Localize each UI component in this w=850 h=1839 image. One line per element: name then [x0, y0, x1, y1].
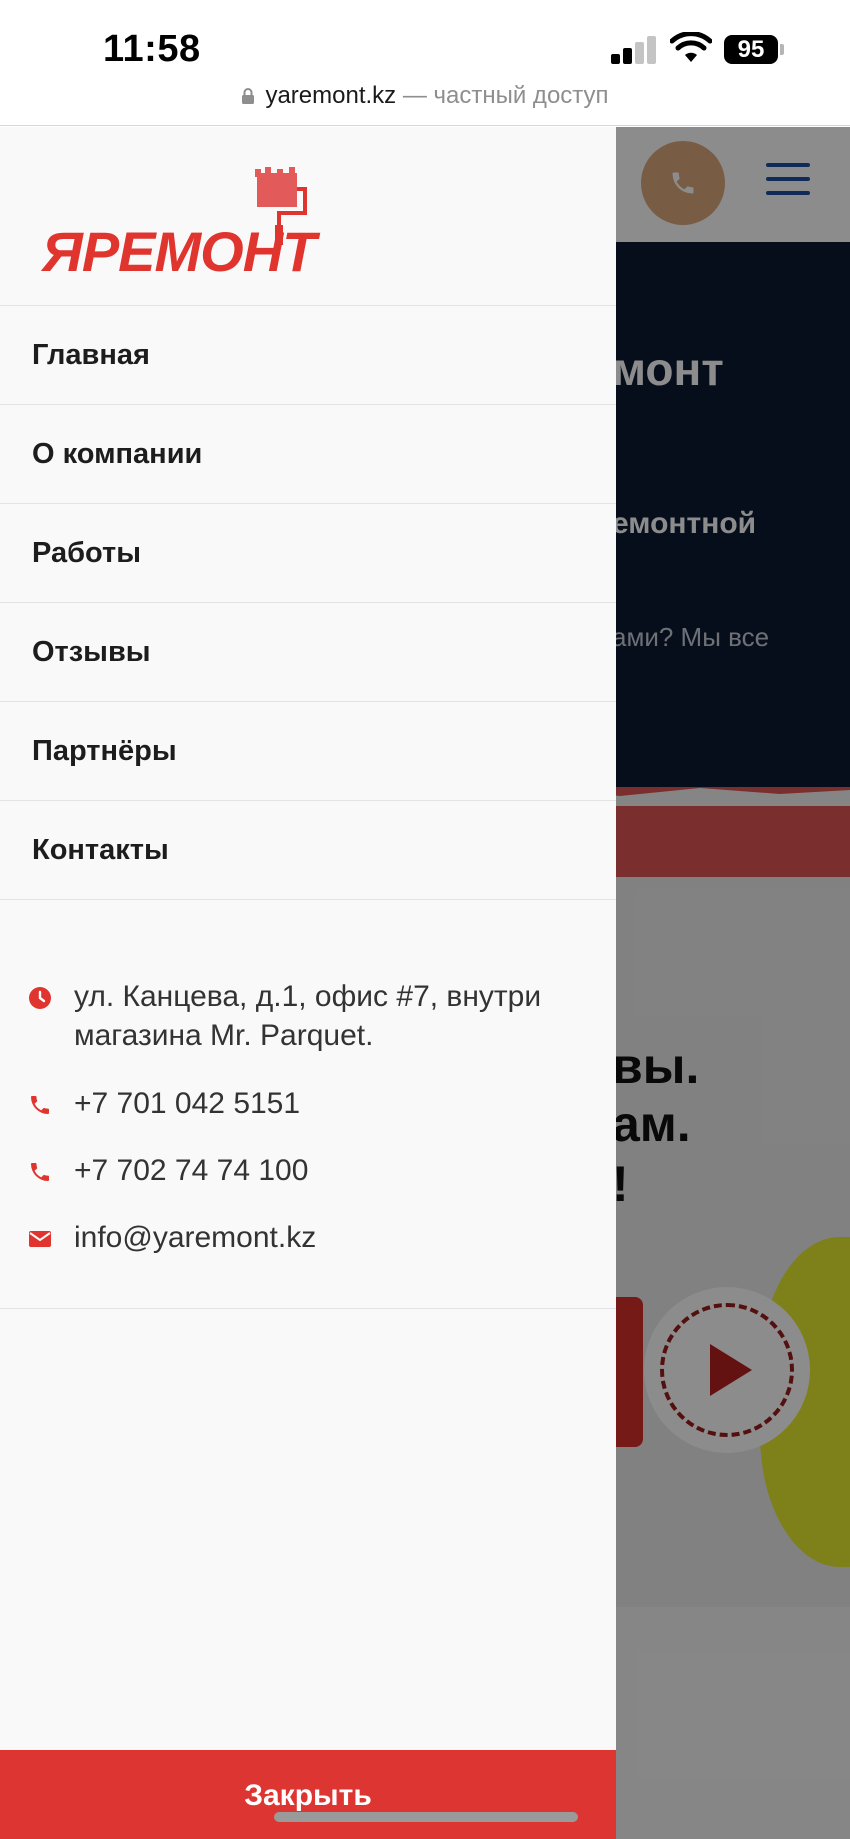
- url-text: yaremont.kz: [265, 82, 397, 109]
- logo-wordmark: ЯРЕМОНТ: [42, 220, 316, 283]
- email-text: info@yaremont.kz: [74, 1221, 317, 1254]
- phone-icon: [31, 1096, 49, 1114]
- url-suffix: — частный доступ: [402, 82, 609, 109]
- drawer-menu: Главная О компании Работы Отзывы Партнёр…: [0, 306, 616, 900]
- menu-item-home[interactable]: Главная: [0, 306, 616, 405]
- wifi-icon: [670, 32, 712, 62]
- menu-item-reviews[interactable]: Отзывы: [0, 603, 616, 702]
- phone-icon: [31, 1163, 49, 1181]
- side-drawer: ЯРЕМОНТ Главная О компании Работы Отзывы…: [0, 127, 616, 1839]
- menu-item-about[interactable]: О компании: [0, 405, 616, 504]
- contact-email[interactable]: info@yaremont.kz: [0, 1218, 616, 1257]
- cellular-signal-icon: [611, 36, 657, 64]
- menu-item-partners[interactable]: Партнёры: [0, 702, 616, 801]
- address-bar[interactable]: yaremont.kz — частный доступ: [0, 82, 850, 110]
- status-bar: 11:58 95 yaremont.kz — частный доступ: [0, 0, 850, 126]
- contact-phone-2[interactable]: +7 702 74 74 100: [0, 1151, 616, 1190]
- status-time: 11:58: [103, 28, 201, 70]
- envelope-icon: [29, 1231, 51, 1247]
- menu-item-contacts[interactable]: Контакты: [0, 801, 616, 900]
- contact-phone-1[interactable]: +7 701 042 5151: [0, 1084, 616, 1123]
- address-text: ул. Канцева, д.1, офис #7, внутри магази…: [74, 980, 542, 1052]
- clock-icon: [29, 987, 51, 1009]
- phone-2-text: +7 702 74 74 100: [74, 1154, 309, 1187]
- battery-tip: [780, 44, 784, 55]
- phone-1-text: +7 701 042 5151: [74, 1087, 301, 1120]
- menu-item-works[interactable]: Работы: [0, 504, 616, 603]
- home-indicator: [274, 1812, 578, 1822]
- close-drawer-button[interactable]: Закрыть: [0, 1750, 616, 1839]
- lock-icon: [242, 88, 255, 104]
- divider: [0, 1308, 616, 1309]
- site-logo[interactable]: ЯРЕМОНТ: [38, 157, 318, 283]
- contact-address: ул. Канцева, д.1, офис #7, внутри магази…: [0, 977, 616, 1055]
- battery-indicator: 95: [724, 35, 778, 64]
